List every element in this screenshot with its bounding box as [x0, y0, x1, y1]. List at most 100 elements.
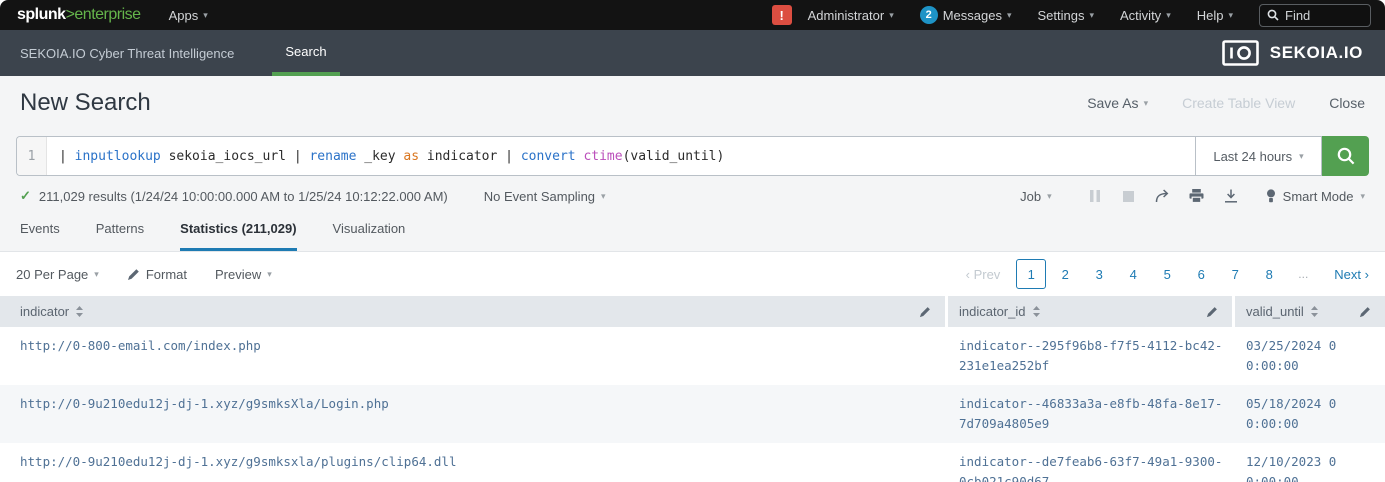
format-menu[interactable]: Format [127, 267, 187, 282]
save-as-button[interactable]: Save As ▾ [1087, 95, 1148, 111]
query-segment-modifier: as [403, 148, 420, 164]
job-controls: Job ▾ Smart Mode ▾ [1020, 189, 1365, 204]
chevron-down-icon: ▾ [94, 268, 99, 279]
help-menu[interactable]: Help ▾ [1197, 8, 1233, 23]
page-title: New Search [20, 89, 151, 116]
chevron-down-icon: ▾ [1143, 97, 1149, 108]
lightbulb-icon [1266, 189, 1275, 203]
next-page-button[interactable]: Next › [1334, 267, 1369, 282]
format-label: Format [145, 266, 187, 282]
search-icon [1267, 9, 1279, 21]
sort-icon [1310, 306, 1318, 317]
download-button[interactable] [1214, 189, 1248, 203]
settings-menu-label: Settings [1037, 7, 1085, 23]
page-button[interactable]: 8 [1254, 259, 1284, 289]
pencil-icon [919, 306, 930, 317]
tab-statistics[interactable]: Statistics (211,029) [180, 221, 297, 251]
time-range-picker[interactable]: Last 24 hours ▾ [1195, 136, 1322, 176]
edit-column-button[interactable] [919, 306, 931, 318]
check-icon: ✓ [20, 188, 31, 203]
edit-column-button[interactable] [1206, 306, 1218, 318]
table-cell-valid-until[interactable]: 12/10/2023 00:00:00 [1235, 443, 1385, 482]
messages-menu-label: Messages [942, 7, 1002, 23]
pencil-icon [127, 268, 139, 280]
nav-tab-search[interactable]: Search [272, 30, 340, 76]
prev-label: Prev [973, 266, 1001, 282]
pagination: ‹ Prev 1 2 3 4 5 6 7 8... Next › [966, 259, 1369, 289]
column-header-indicator-id[interactable]: indicator_id [948, 296, 1235, 327]
create-table-view-button[interactable]: Create Table View [1182, 95, 1295, 111]
header-actions: Save As ▾ Create Table View Close [1087, 89, 1365, 111]
apps-menu[interactable]: Apps ▾ [169, 8, 208, 23]
activity-menu[interactable]: Activity ▾ [1120, 8, 1171, 23]
chevron-down-icon: ▾ [1166, 9, 1171, 20]
job-menu[interactable]: Job ▾ [1020, 189, 1052, 204]
table-cell-indicator-id[interactable]: indicator--de7feab6-63f7-49a1-9300-0cb02… [948, 443, 1235, 482]
app-title[interactable]: SEKOIA.IO Cyber Threat Intelligence [20, 30, 234, 76]
page-button[interactable]: 5 [1152, 259, 1182, 289]
user-menu[interactable]: Administrator ▾ [808, 8, 894, 23]
pencil-icon [1206, 306, 1217, 317]
search-mode-menu[interactable]: Smart Mode ▾ [1266, 189, 1365, 204]
search-header: New Search Save As ▾ Create Table View C… [0, 76, 1385, 252]
chevron-down-icon: ▾ [1360, 190, 1365, 201]
column-header-valid-until[interactable]: valid_until [1235, 296, 1385, 327]
messages-menu[interactable]: 2 Messages ▾ [919, 6, 1012, 24]
column-label: indicator [20, 304, 70, 319]
chevron-right-icon: › [1364, 266, 1369, 282]
chevron-down-icon: ▾ [267, 268, 272, 279]
sort-icon [1032, 306, 1040, 317]
search-query-input[interactable]: 1 | inputlookup sekoia_iocs_url | rename… [16, 136, 1195, 176]
page-button[interactable]: 4 [1118, 259, 1148, 289]
share-button[interactable] [1146, 189, 1180, 203]
chevron-down-icon: ▾ [1299, 150, 1304, 161]
chevron-down-icon: ▾ [889, 9, 894, 20]
tab-visualization[interactable]: Visualization [333, 221, 406, 251]
find-search-box[interactable] [1259, 3, 1371, 27]
table-cell-indicator[interactable]: http://0-9u210edu12j-dj-1.xyz/g9smksXla/… [0, 385, 948, 443]
column-header-indicator[interactable]: indicator [0, 296, 948, 327]
pause-button[interactable] [1078, 190, 1112, 202]
table-cell-indicator[interactable]: http://0-800-email.com/index.php [0, 327, 948, 385]
query-segment-command: convert [520, 148, 576, 164]
query-segment-function: ctime [583, 148, 623, 164]
close-button[interactable]: Close [1329, 95, 1365, 111]
table-cell-indicator-id[interactable]: indicator--46833a3a-e8fb-48fa-8e17-7d709… [948, 385, 1235, 443]
find-search-input[interactable] [1285, 7, 1355, 23]
column-label: indicator_id [959, 304, 1026, 319]
table-cell-indicator[interactable]: http://0-9u210edu12j-dj-1.xyz/g9smksxla/… [0, 443, 948, 482]
tab-events[interactable]: Events [20, 221, 60, 251]
sekoia-io-icon [1221, 40, 1259, 66]
sort-icon [76, 306, 84, 317]
table-cell-valid-until[interactable]: 05/18/2024 00:00:00 [1235, 385, 1385, 443]
query-segment-plain [576, 149, 584, 164]
table-cell-valid-until[interactable]: 03/25/2024 00:00:00 [1235, 327, 1385, 385]
page-button[interactable]: 3 [1084, 259, 1114, 289]
stop-button[interactable] [1112, 190, 1146, 202]
preview-menu[interactable]: Preview ▾ [215, 267, 272, 282]
table-cell-indicator-id[interactable]: indicator--295f96b8-f7f5-4112-bc42-231e1… [948, 327, 1235, 385]
page-button[interactable]: 2 [1050, 259, 1080, 289]
per-page-label: 20 Per Page [16, 266, 89, 282]
event-sampling-menu[interactable]: No Event Sampling ▾ [484, 189, 606, 204]
print-button[interactable] [1180, 189, 1214, 203]
search-query-text[interactable]: | inputlookup sekoia_iocs_url | rename _… [47, 137, 1195, 175]
search-bar: 1 | inputlookup sekoia_iocs_url | rename… [16, 136, 1369, 176]
page-button[interactable]: 6 [1186, 259, 1216, 289]
alert-badge[interactable]: ! [771, 5, 792, 25]
job-menu-label: Job [1020, 188, 1042, 204]
splunk-logo[interactable]: splunk >enterprise [17, 6, 141, 24]
per-page-menu[interactable]: 20 Per Page ▾ [16, 267, 99, 282]
page-button[interactable]: 1 [1016, 259, 1047, 289]
settings-menu[interactable]: Settings ▾ [1038, 8, 1095, 23]
event-sampling-label: No Event Sampling [483, 188, 596, 204]
table-row: http://0-800-email.com/index.php indicato… [0, 327, 1385, 385]
page-button[interactable]: 7 [1220, 259, 1250, 289]
title-row: New Search Save As ▾ Create Table View C… [16, 89, 1369, 127]
query-segment-plain: | [505, 148, 521, 164]
run-search-button[interactable] [1322, 136, 1369, 176]
edit-column-button[interactable] [1359, 306, 1371, 318]
prev-page-button[interactable]: ‹ Prev [966, 267, 1001, 282]
tab-patterns[interactable]: Patterns [96, 221, 144, 251]
chevron-down-icon: ▾ [1006, 9, 1012, 20]
